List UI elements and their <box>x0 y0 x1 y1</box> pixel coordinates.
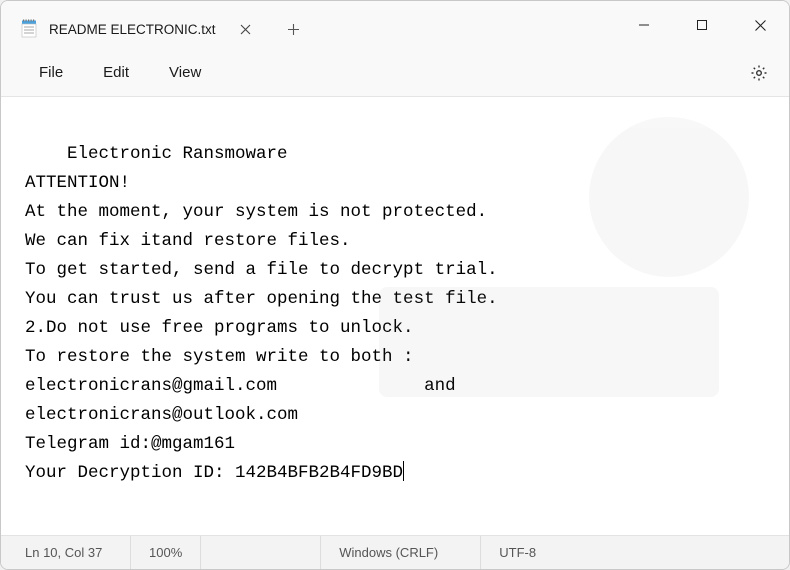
text-caret <box>403 461 404 481</box>
settings-button[interactable] <box>739 53 779 93</box>
close-button[interactable] <box>731 1 789 49</box>
tab-title: README ELECTRONIC.txt <box>49 22 216 37</box>
status-zoom[interactable]: 100% <box>131 536 201 569</box>
line: We can fix itand restore files. <box>25 231 351 251</box>
menu-edit[interactable]: Edit <box>83 56 149 89</box>
text-editor[interactable]: Electronic Ransmoware ATTENTION! At the … <box>1 97 789 535</box>
tab[interactable]: README ELECTRONIC.txt <box>9 11 269 47</box>
notepad-window: README ELECTRONIC.txt File Edit View <box>0 0 790 570</box>
line: Telegram id:@mgam161 <box>25 434 235 454</box>
statusbar: Ln 10, Col 37 100% Windows (CRLF) UTF-8 <box>1 535 789 569</box>
line: To get started, send a file to decrypt t… <box>25 260 498 280</box>
status-position: Ln 10, Col 37 <box>1 536 131 569</box>
notepad-icon <box>19 19 39 39</box>
minimize-button[interactable] <box>615 1 673 49</box>
status-encoding: UTF-8 <box>481 536 581 569</box>
line: electronicrans@outlook.com <box>25 405 298 425</box>
maximize-button[interactable] <box>673 1 731 49</box>
line: ATTENTION! <box>25 173 130 193</box>
menubar: File Edit View <box>1 49 789 97</box>
line: electronicrans@gmail.com and <box>25 376 456 396</box>
line: Your Decryption ID: 142B4BFB2B4FD9BD <box>25 463 403 483</box>
titlebar: README ELECTRONIC.txt <box>1 1 789 49</box>
status-line-ending: Windows (CRLF) <box>321 536 481 569</box>
line: At the moment, your system is not protec… <box>25 202 487 222</box>
line: To restore the system write to both : <box>25 347 414 367</box>
menu-file[interactable]: File <box>19 56 83 89</box>
line: Electronic Ransmoware <box>67 144 288 164</box>
window-controls <box>615 1 789 49</box>
new-tab-button[interactable] <box>275 11 311 47</box>
line: You can trust us after opening the test … <box>25 289 498 309</box>
line: 2.Do not use free programs to unlock. <box>25 318 414 338</box>
status-spacer <box>201 536 321 569</box>
tab-close-button[interactable] <box>231 15 259 43</box>
menu-view[interactable]: View <box>149 56 221 89</box>
